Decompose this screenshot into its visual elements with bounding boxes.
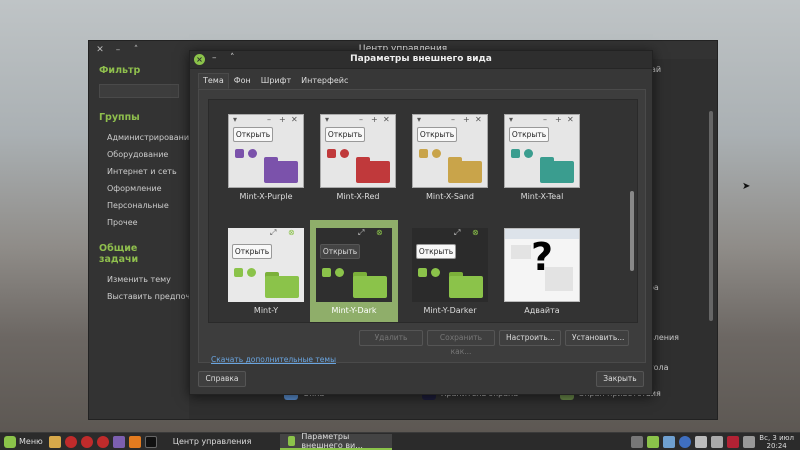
theme-preview: ⤢ ⊗ Открыть [228, 228, 304, 302]
preview-button: Открыть [417, 127, 457, 142]
theme-item-mint-x-red[interactable]: ▾ – + ✕ Открыть Mint-X-Red [315, 110, 401, 208]
appearance-icon [287, 435, 296, 446]
shield-icon[interactable] [647, 436, 660, 448]
tab-theme[interactable]: Тема [198, 73, 229, 89]
task-control-center[interactable]: Центр управления [167, 434, 277, 450]
theme-name: Mint-Y-Darker [423, 306, 477, 315]
theme-item-mint-x-teal[interactable]: ▾ – + ✕ Открыть Mint-X-Teal [499, 110, 585, 208]
task-label: Параметры внешнего ви... [301, 431, 363, 450]
scrollbar[interactable] [709, 111, 713, 321]
files-icon[interactable] [48, 435, 61, 448]
group-item[interactable]: Администрирование [89, 129, 194, 146]
clock[interactable]: Вс, 3 июл 20:24 [759, 434, 794, 450]
wifi-icon[interactable] [711, 436, 724, 448]
opera-icon[interactable] [64, 435, 77, 448]
dialog-titlebar: × – ˄ Параметры внешнего вида [190, 51, 652, 69]
app-icon[interactable] [112, 435, 125, 448]
group-item[interactable]: Прочее [89, 214, 189, 231]
theme-name: Mint-X-Sand [426, 192, 474, 201]
dialog-title: Параметры внешнего вида [350, 54, 492, 64]
theme-name: Mint-X-Red [336, 192, 380, 201]
theme-name: Mint-Y-Dark [331, 306, 377, 315]
task-label: Центр управления [172, 437, 252, 446]
theme-scrollbar[interactable] [630, 105, 634, 319]
group-item[interactable]: Персональные [89, 197, 189, 214]
install-button[interactable]: Установить... [565, 330, 629, 346]
mouse-cursor-icon: ➤ [742, 181, 751, 192]
network-icon[interactable] [631, 436, 644, 448]
preview-button: Открыть [233, 127, 273, 142]
theme-preview: ▾ – + ✕ Открыть [228, 114, 304, 188]
tab-font[interactable]: Шрифт [256, 73, 296, 89]
tab-interface[interactable]: Интерфейс [296, 73, 353, 89]
clock-date: Вс, 3 июл [759, 434, 794, 442]
mint-logo-icon [4, 435, 16, 448]
flag-icon[interactable] [727, 436, 740, 448]
group-item[interactable]: Оформление [89, 180, 189, 197]
group-item[interactable]: Интернет и сеть [89, 163, 189, 180]
preview-button: Открыть [320, 244, 360, 259]
preview-button: Открыть [325, 127, 365, 142]
task-appearance[interactable]: Параметры внешнего ви... [279, 431, 392, 450]
tab-background[interactable]: Фон [229, 73, 256, 89]
download-themes-link[interactable]: Скачать дополнительные темы [211, 355, 336, 364]
tab-bar: Тема Фон Шрифт Интерфейс [198, 73, 353, 89]
configure-button[interactable]: Настроить... [499, 330, 561, 346]
control-center-sidebar: Фильтр Группы Администрирование Оборудов… [89, 59, 291, 419]
theme-name: Адвайта [524, 306, 560, 315]
theme-item-mint-y-dark[interactable]: ⤢ ⊗ Открыть Mint-Y-Dark [310, 220, 398, 322]
terminal-icon[interactable] [144, 435, 157, 448]
theme-action-buttons: Удалить Сохранить как... Настроить... Ус… [359, 330, 629, 356]
task-item[interactable]: Выставить предпочтительные приложения [89, 288, 291, 305]
help-button[interactable]: Справка [198, 371, 246, 387]
bluetooth-icon[interactable] [679, 436, 692, 448]
filter-heading: Фильтр [99, 65, 141, 76]
theme-item-mint-y-darker[interactable]: ⤢ ⊗ Открыть Mint-Y-Darker [407, 224, 493, 322]
partial-label: вления [649, 333, 679, 342]
media-player-icon[interactable] [128, 435, 141, 448]
preview-button: Открыть [416, 244, 456, 259]
theme-item-adwaita[interactable]: ? Адвайта [499, 224, 585, 322]
theme-name: Mint-Y [253, 306, 279, 315]
preview-button: Открыть [232, 244, 272, 259]
close-button[interactable]: Закрыть [596, 371, 644, 387]
theme-grid: ▾ – + ✕ Открыть Mint-X-Purple ▾ – + ✕ Открыть … [208, 99, 638, 323]
theme-item-mint-y[interactable]: ⤢ ⊗ Открыть Mint-Y [223, 224, 309, 322]
volume-icon[interactable] [743, 436, 756, 448]
filter-input[interactable] [99, 84, 179, 98]
question-mark-icon: ? [530, 235, 554, 279]
theme-preview: ⤢ ⊗ Открыть [316, 228, 392, 302]
clock-time: 20:24 [766, 442, 787, 450]
appearance-dialog: × – ˄ Параметры внешнего вида Тема Фон Ш… [189, 50, 653, 395]
pen-icon[interactable] [695, 436, 708, 448]
preview-button: Открыть [509, 127, 549, 142]
system-tray: Вс, 3 июл 20:24 [631, 433, 800, 450]
opera-icon[interactable] [80, 435, 93, 448]
tasks-heading: Общие задачи [99, 243, 139, 265]
theme-name: Mint-X-Purple [239, 192, 293, 201]
menu-button[interactable]: Меню [0, 435, 47, 448]
scrollbar-thumb[interactable] [630, 191, 634, 271]
update-icon[interactable] [663, 436, 676, 448]
theme-preview: ? [504, 228, 580, 302]
theme-preview: ▾ – + ✕ Открыть [504, 114, 580, 188]
theme-item-mint-x-sand[interactable]: ▾ – + ✕ Открыть Mint-X-Sand [407, 110, 493, 208]
opera-icon[interactable] [96, 435, 109, 448]
theme-preview: ⤢ ⊗ Открыть [412, 228, 488, 302]
delete-button[interactable]: Удалить [359, 330, 423, 346]
taskbar: Меню Центр управления Параметры внешнего… [0, 432, 800, 450]
groups-heading: Группы [99, 112, 140, 123]
theme-preview: ▾ – + ✕ Открыть [412, 114, 488, 188]
theme-item-mint-x-purple[interactable]: ▾ – + ✕ Открыть Mint-X-Purple [223, 110, 309, 208]
task-item[interactable]: Изменить тему [89, 271, 189, 288]
group-item[interactable]: Оборудование [89, 146, 189, 163]
theme-panel: ▾ – + ✕ Открыть Mint-X-Purple ▾ – + ✕ Открыть … [198, 89, 646, 364]
save-as-button[interactable]: Сохранить как... [427, 330, 495, 356]
theme-preview: ▾ – + ✕ Открыть [320, 114, 396, 188]
menu-label: Меню [19, 437, 43, 446]
theme-name: Mint-X-Teal [520, 192, 564, 201]
